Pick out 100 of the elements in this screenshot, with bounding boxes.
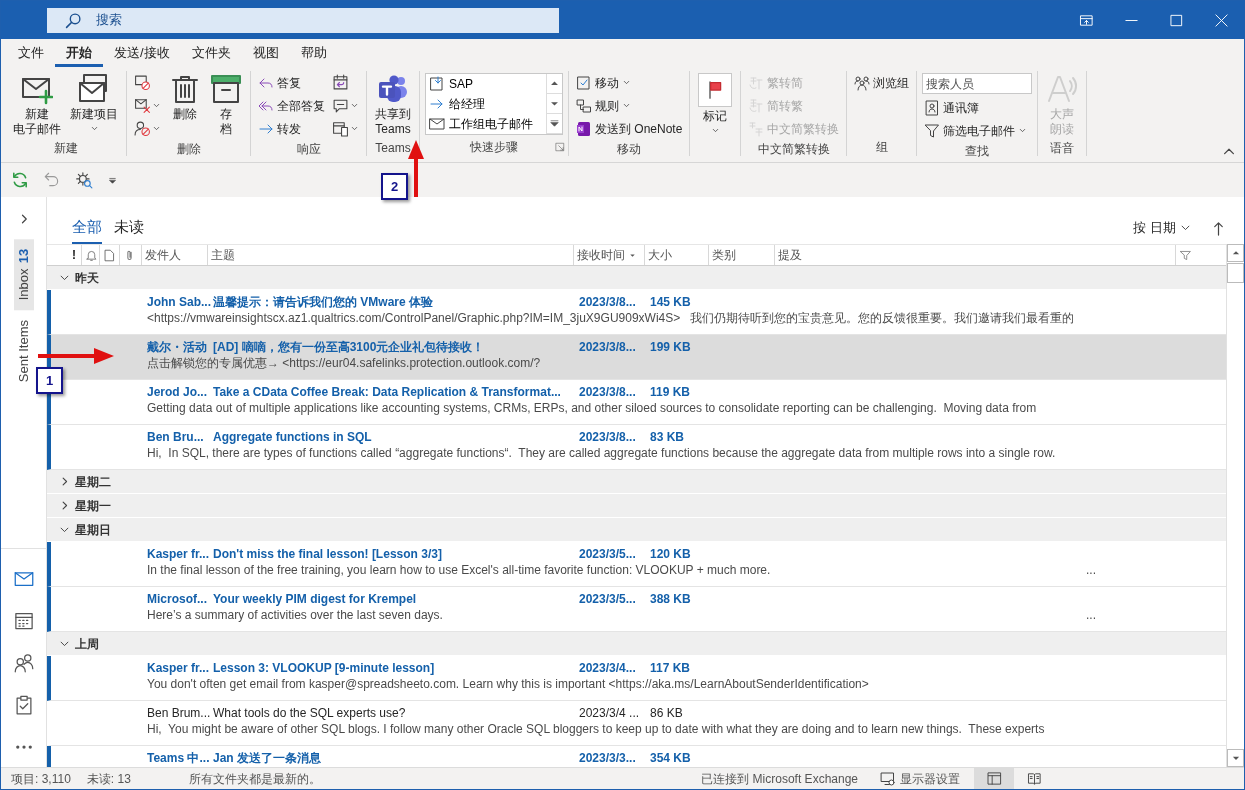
received-date: 2023/3/4... [579,660,637,677]
envelope-icon [429,116,445,132]
menu-tab[interactable]: 文件夹 [180,44,242,67]
ribbon-button[interactable]: 浏览组 [852,71,912,94]
display-settings-button[interactable]: 显示器设置 [880,769,960,788]
callout-number: 2 [381,173,408,200]
maximize-icon[interactable] [1169,12,1184,28]
ribbon-button[interactable]: 标记 [695,71,736,137]
menu-tab[interactable]: 视图 [241,44,290,67]
group-heading: 昨天 [75,269,99,287]
ribbon-button[interactable]: 全部答复 [256,94,327,117]
menu-tab[interactable]: 帮助 [289,44,338,67]
column-header[interactable]: 接收时间 [573,245,644,265]
ribbon-button[interactable]: 通讯簿 [922,96,1033,119]
group-label: 语音 [1050,141,1075,155]
filter-icon[interactable] [1179,248,1192,262]
address-book-icon [924,99,941,116]
group-label: 中文简繁转换 [757,142,830,156]
normal-view-icon [986,771,1002,786]
sender-name: Ben Brum... [147,705,212,722]
sender-name: Microsof... [147,591,208,608]
dialog-launcher-icon[interactable] [555,142,565,152]
view-button[interactable] [974,768,1014,789]
undo-icon[interactable] [43,171,61,189]
character-convert-icon [748,97,765,114]
ribbon-button[interactable]: 新建项目 [67,71,121,135]
folder-tab[interactable]: Sent Items [13,310,34,393]
group-label: 快速步骤 [470,140,518,154]
received-date: 2023/3/8... [579,429,637,446]
column-header[interactable]: 提及 [774,245,1175,265]
subject-text: Aggregate functions in SQL [213,429,373,446]
rules-icon [576,97,592,114]
ribbon-button[interactable]: 发送到 OneNote [574,117,685,140]
character-convert-icon [748,74,765,91]
ribbon-button[interactable]: 存 档 [207,71,245,139]
gallery-item[interactable]: 给经理 [426,94,546,114]
message-size: 388 KB [650,591,692,608]
mail-icon[interactable] [13,569,34,589]
callout-number: 1 [36,367,63,394]
bell-icon[interactable] [85,248,98,262]
gear-search-icon[interactable] [75,171,93,189]
preview-text: In the final lesson of the free training, you learn how to use Excel's all-time favorite function: VLOOKUP + much more. [147,562,771,579]
more-caret-icon[interactable] [549,118,560,129]
received-date: 2023/3/8... [579,294,637,311]
sort-button[interactable]: 按 日期 [1127,216,1197,238]
gallery-item[interactable]: 工作组电子邮件 [426,114,546,134]
menu-tab[interactable]: 文件 [7,44,55,67]
message-row[interactable]: Kasper fr... Lesson 3: VLOOKUP [9-minute lesson] 2023/3/4... 117 KB You don't often get email from kasper@spreadsheeto.com. Learn why this is important <https://aka.ms/LearnAboutSenderIdentification> [47,656,1226,701]
gallery-item[interactable]: SAP [426,74,546,94]
display-mode-icon[interactable] [1079,12,1094,28]
ellipsis-text: ... [1086,607,1096,624]
sync-icon[interactable] [11,171,29,189]
message-size: 145 KB [650,294,692,311]
menu-tab[interactable]: 发送/接收 [103,44,181,67]
calendar-phone-icon [332,120,349,137]
column-header[interactable]: 大小 [644,245,708,265]
document-icon[interactable] [103,248,116,262]
close-icon[interactable] [1214,12,1229,28]
ribbon-button[interactable]: 新建 电子邮件 [10,71,64,139]
calendar-icon[interactable] [13,611,34,631]
ribbon-button[interactable]: 移动 [574,71,685,94]
received-date: 2023/3/5... [579,546,637,563]
received-date: 2023/3/3... [579,750,637,767]
received-date: 2023/3/8... [579,339,637,356]
arrow-up-icon[interactable] [1211,221,1226,236]
column-header[interactable]: 发件人 [141,245,207,265]
ribbon-button[interactable]: 删除 [166,71,204,124]
status-text: 已连接到 Microsoft Exchange [701,770,858,788]
filter-icon [924,122,941,139]
ribbon-button[interactable]: 答复 [256,71,327,94]
search-field[interactable]: 搜索 [47,7,559,33]
message-size: 83 KB [650,429,685,446]
ribbon-button[interactable]: 规则 [574,94,685,117]
people-search-field[interactable]: 搜索人员 [922,73,1033,94]
sender-name: 戴尔・活动 [147,339,208,356]
column-header[interactable]: 主题 [207,245,573,265]
column-header[interactable]: 类别 [708,245,774,265]
message-row[interactable]: Kasper fr... Don't miss the final lesson! [Lesson 3/3] 2023/3/5... 120 KB In the final lesson of the free training, you learn how to use Excel's all-time favorite function: VLOOKUP + much more. ... [47,542,1226,587]
letter-sound-icon [1046,73,1079,105]
status-text: 项目: 3,110 [11,770,71,788]
folder-tab[interactable]: Inbox 13 [13,239,34,311]
column-header[interactable]: ! [72,245,81,265]
reading-view-icon [1026,771,1042,786]
group-label: 删除 [176,142,201,156]
filter-tab[interactable]: 全部 [72,215,102,244]
group-label: 新建 [53,141,78,155]
ribbon-button[interactable]: 共享到 Teams [372,71,414,139]
ribbon-button[interactable]: 转发 [256,117,327,140]
scroll-thumb[interactable] [1227,263,1244,283]
preview-text: <https://vmwareinsightscx.az1.qualtrics.com/ControlPanel/Graphic.php?IM=IM_3juX9GU909xWi4S> 我们仍期待听到您的宝贵意见。您的反馈很重要。我们邀请我们最看重的 [147,310,1075,327]
people-tile-icon [377,73,409,105]
preview-text: Hi, You might be aware of other SQL blogs. I follow many other Oracle SQL bloggers to keep up to date with what they are doing and to learn new things. These experts [147,721,1045,738]
ribbon-button[interactable]: 筛选电子邮件 [922,119,1033,142]
ellipsis-text: ... [1086,562,1096,579]
clipboard-check-icon[interactable] [13,695,34,715]
search-input[interactable]: 搜索 [96,10,559,30]
filter-tab[interactable]: 未读 [114,215,144,244]
sender-name: Jerod Jo... [147,384,209,401]
preview-text: Here’s a summary of activities over the last seven days. [147,607,443,624]
people-icon[interactable] [13,653,34,673]
